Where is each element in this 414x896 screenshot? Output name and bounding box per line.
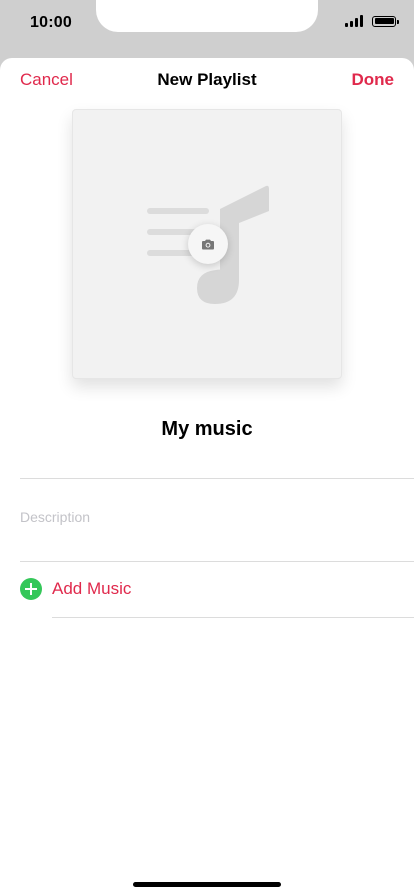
nav-bar: Cancel New Playlist Done [0, 58, 414, 104]
cancel-button[interactable]: Cancel [20, 70, 73, 90]
divider [20, 561, 414, 562]
home-indicator[interactable] [133, 882, 281, 887]
description-field[interactable]: Description [20, 509, 90, 525]
done-button[interactable]: Done [352, 70, 395, 90]
signal-icon [345, 15, 363, 27]
new-playlist-sheet: Cancel New Playlist Done My music Descri… [0, 58, 414, 896]
divider [20, 478, 414, 479]
plus-circle-icon [20, 578, 42, 600]
playlist-name-field[interactable]: My music [0, 418, 414, 441]
battery-icon [372, 15, 399, 27]
status-icons [345, 15, 399, 27]
notch [96, 0, 318, 32]
divider [52, 617, 414, 618]
change-artwork-button[interactable] [188, 224, 228, 264]
camera-icon [202, 239, 214, 249]
status-time: 10:00 [30, 14, 72, 31]
add-music-label: Add Music [52, 579, 132, 598]
playlist-artwork[interactable] [72, 109, 342, 379]
add-music-button[interactable]: Add Music [20, 578, 131, 600]
